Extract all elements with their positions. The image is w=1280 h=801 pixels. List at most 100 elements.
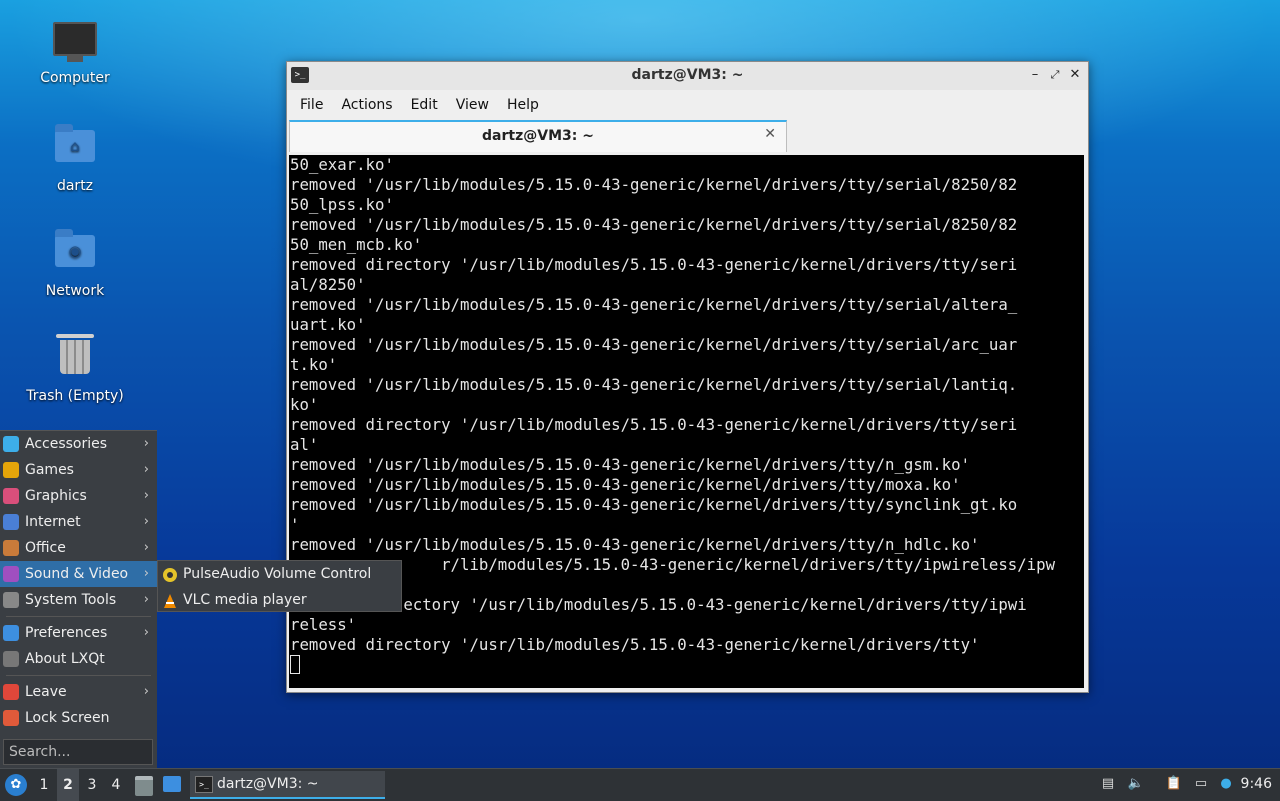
- close-button[interactable]: ✕: [1066, 66, 1084, 84]
- terminal-tab[interactable]: dartz@VM3: ~ ✕: [289, 120, 787, 152]
- desktop-icon-home[interactable]: ⌂ dartz: [20, 122, 130, 194]
- menu-item-label: Sound & Video: [25, 566, 129, 582]
- chevron-right-icon: ›: [143, 566, 149, 581]
- chevron-right-icon: ›: [143, 436, 149, 451]
- menu-item-label: Lock Screen: [25, 710, 110, 726]
- chevron-right-icon: ›: [143, 462, 149, 477]
- menu-item-games[interactable]: Games ›: [0, 457, 157, 483]
- accessories-icon: [3, 436, 19, 452]
- lock-icon: [3, 710, 19, 726]
- vlc-cone-icon: [162, 592, 178, 608]
- tab-bar: dartz@VM3: ~ ✕: [287, 120, 1088, 154]
- chevron-right-icon: ›: [143, 514, 149, 529]
- submenu-item-label: VLC media player: [183, 592, 307, 608]
- menu-item-internet[interactable]: Internet ›: [0, 509, 157, 535]
- chevron-right-icon: ›: [143, 592, 149, 607]
- menu-item-graphics[interactable]: Graphics ›: [0, 483, 157, 509]
- sound-video-icon: [3, 566, 19, 582]
- chevron-right-icon: ›: [143, 488, 149, 503]
- menu-item-label: Internet: [25, 514, 81, 530]
- menu-item-label: Games: [25, 462, 74, 478]
- notification-icon[interactable]: ●: [1217, 775, 1235, 793]
- menu-item-sound-video[interactable]: Sound & Video ›: [0, 561, 157, 587]
- system-tools-icon: [3, 592, 19, 608]
- menu-help[interactable]: Help: [498, 97, 548, 113]
- window-title: dartz@VM3: ~: [631, 67, 744, 83]
- menu-view[interactable]: View: [447, 97, 498, 113]
- submenu-item-label: PulseAudio Volume Control: [183, 566, 372, 582]
- games-icon: [3, 462, 19, 478]
- menu-item-label: Preferences: [25, 625, 108, 641]
- volume-icon[interactable]: 🔈: [1127, 775, 1145, 793]
- menu-item-label: About LXQt: [25, 651, 105, 667]
- terminal-window: >_ dartz@VM3: ~ – ⤢ ✕ File Actions Edit …: [286, 61, 1089, 693]
- maximize-button[interactable]: ⤢: [1046, 66, 1064, 84]
- desktop-icon-computer[interactable]: Computer: [20, 18, 130, 86]
- chevron-right-icon: ›: [143, 684, 149, 699]
- menu-item-label: Office: [25, 540, 66, 556]
- window-titlebar[interactable]: >_ dartz@VM3: ~ – ⤢ ✕: [287, 62, 1088, 90]
- menu-search-input[interactable]: Search...: [3, 739, 153, 765]
- desktop-icon-trash[interactable]: Trash (Empty): [20, 332, 130, 404]
- desktop-icon-label: Trash (Empty): [26, 388, 124, 404]
- computer-icon: [53, 22, 97, 62]
- tab-close-icon[interactable]: ✕: [764, 126, 776, 142]
- start-menu: Accessories › Games › Graphics › Interne…: [0, 430, 157, 769]
- menu-separator: [6, 675, 151, 676]
- trash-icon: [56, 334, 94, 374]
- menu-separator: [6, 616, 151, 617]
- menu-item-lock-screen[interactable]: Lock Screen: [0, 705, 157, 731]
- sound-video-submenu: PulseAudio Volume Control VLC media play…: [157, 560, 402, 612]
- info-icon: [3, 651, 19, 667]
- storage-tray-icon[interactable]: ▤: [1099, 775, 1117, 793]
- desktop-icon-label: Computer: [40, 70, 110, 86]
- task-label: dartz@VM3: ~: [217, 776, 319, 792]
- clipboard-icon[interactable]: 📋: [1165, 775, 1183, 793]
- taskbar-task-terminal[interactable]: >_ dartz@VM3: ~: [190, 771, 385, 799]
- terminal-text: 50_exar.ko' removed '/usr/lib/modules/5.…: [290, 155, 1056, 654]
- show-desktop-icon[interactable]: [163, 776, 181, 792]
- menu-bar: File Actions Edit View Help: [287, 90, 1088, 120]
- workspace-4[interactable]: 4: [105, 769, 127, 801]
- power-icon: [3, 684, 19, 700]
- desktop-icon-network[interactable]: ◉ Network: [20, 227, 130, 299]
- workspace-2[interactable]: 2: [57, 769, 79, 801]
- tab-label: dartz@VM3: ~: [482, 128, 594, 144]
- menu-item-label: Leave: [25, 684, 67, 700]
- menu-item-about-lxqt[interactable]: About LXQt: [0, 646, 157, 672]
- terminal-output[interactable]: 50_exar.ko' removed '/usr/lib/modules/5.…: [289, 155, 1084, 688]
- workspace-1[interactable]: 1: [33, 769, 55, 801]
- clock[interactable]: 9:46: [1241, 776, 1272, 792]
- menu-item-label: System Tools: [25, 592, 117, 608]
- chevron-right-icon: ›: [143, 540, 149, 555]
- desktop-icon-label: Network: [45, 283, 105, 299]
- menu-item-label: Accessories: [25, 436, 108, 452]
- chevron-right-icon: ›: [143, 625, 149, 640]
- menu-edit[interactable]: Edit: [402, 97, 447, 113]
- menu-item-preferences[interactable]: Preferences ›: [0, 620, 157, 646]
- desktop-icon-label: dartz: [56, 178, 94, 194]
- menu-item-office[interactable]: Office ›: [0, 535, 157, 561]
- terminal-cursor: [290, 655, 300, 674]
- menu-item-leave[interactable]: Leave ›: [0, 679, 157, 705]
- workspace-3[interactable]: 3: [81, 769, 103, 801]
- menu-item-label: Graphics: [25, 488, 87, 504]
- minimize-button[interactable]: –: [1026, 66, 1044, 84]
- display-icon[interactable]: ▭: [1192, 775, 1210, 793]
- taskbar: ✿ 1 2 3 4 >_ dartz@VM3: ~ ▤ 🔈 📋 ▭ ● 9:46: [0, 768, 1280, 801]
- preferences-icon: [3, 625, 19, 641]
- menu-file[interactable]: File: [291, 97, 332, 113]
- menu-item-accessories[interactable]: Accessories ›: [0, 431, 157, 457]
- file-manager-launcher-icon[interactable]: [135, 776, 153, 796]
- home-folder-icon: ⌂: [55, 124, 95, 162]
- submenu-item-pulseaudio[interactable]: PulseAudio Volume Control: [158, 561, 401, 587]
- network-folder-icon: ◉: [55, 229, 95, 267]
- pulseaudio-icon: [162, 566, 178, 582]
- graphics-icon: [3, 488, 19, 504]
- lxqt-start-icon[interactable]: ✿: [5, 774, 27, 796]
- terminal-icon: >_: [195, 776, 213, 793]
- office-icon: [3, 540, 19, 556]
- submenu-item-vlc[interactable]: VLC media player: [158, 587, 401, 613]
- menu-item-system-tools[interactable]: System Tools ›: [0, 587, 157, 613]
- menu-actions[interactable]: Actions: [332, 97, 401, 113]
